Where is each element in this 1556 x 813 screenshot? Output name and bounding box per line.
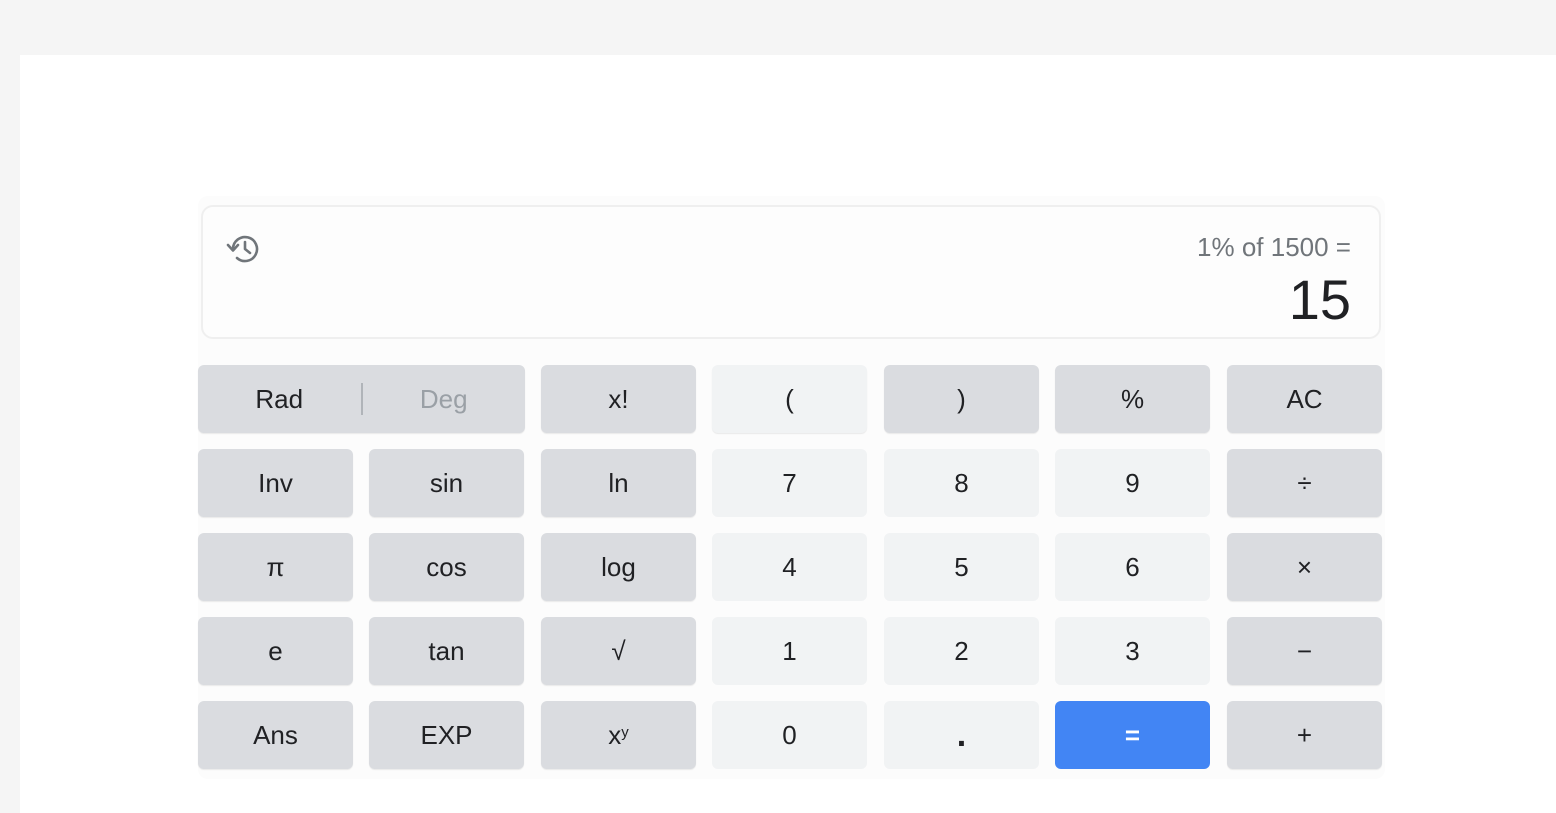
divide-button[interactable]: ÷	[1227, 449, 1382, 517]
digit-3-button[interactable]: 3	[1055, 617, 1210, 685]
multiply-button[interactable]: ×	[1227, 533, 1382, 601]
percent-button[interactable]: %	[1055, 365, 1210, 433]
calculator-display: 1% of 1500 = 15	[201, 205, 1381, 339]
expression-text: 1% of 1500 =	[1197, 232, 1351, 262]
sin-button[interactable]: sin	[369, 449, 524, 517]
digit-6-button[interactable]: 6	[1055, 533, 1210, 601]
rad-deg-toggle[interactable]: Rad Deg	[198, 365, 525, 433]
ln-button[interactable]: ln	[541, 449, 696, 517]
sqrt-button[interactable]: √	[541, 617, 696, 685]
history-icon[interactable]	[225, 229, 265, 269]
digit-1-button[interactable]: 1	[712, 617, 867, 685]
rad-button[interactable]: Rad	[198, 384, 361, 415]
inv-button[interactable]: Inv	[198, 449, 353, 517]
log-button[interactable]: log	[541, 533, 696, 601]
tan-button[interactable]: tan	[369, 617, 524, 685]
calculator: 1% of 1500 = 15 Rad Deg x! ( ) % AC Inv …	[198, 196, 1385, 779]
ans-button[interactable]: Ans	[198, 701, 353, 769]
deg-button[interactable]: Deg	[363, 384, 526, 415]
exp-button[interactable]: EXP	[369, 701, 524, 769]
result-value: 15	[1288, 268, 1351, 331]
cos-button[interactable]: cos	[369, 533, 524, 601]
digit-7-button[interactable]: 7	[712, 449, 867, 517]
power-button[interactable]: xy	[541, 701, 696, 769]
decimal-button[interactable]: .	[884, 701, 1039, 769]
e-button[interactable]: e	[198, 617, 353, 685]
plus-button[interactable]: +	[1227, 701, 1382, 769]
digit-5-button[interactable]: 5	[884, 533, 1039, 601]
all-clear-button[interactable]: AC	[1227, 365, 1382, 433]
digit-2-button[interactable]: 2	[884, 617, 1039, 685]
digit-0-button[interactable]: 0	[712, 701, 867, 769]
pi-button[interactable]: π	[198, 533, 353, 601]
digit-4-button[interactable]: 4	[712, 533, 867, 601]
equals-button[interactable]: =	[1055, 701, 1210, 769]
factorial-button[interactable]: x!	[541, 365, 696, 433]
page-background: 1% of 1500 = 15 Rad Deg x! ( ) % AC Inv …	[20, 55, 1556, 813]
power-exponent-label: y	[621, 723, 629, 741]
minus-button[interactable]: −	[1227, 617, 1382, 685]
digit-8-button[interactable]: 8	[884, 449, 1039, 517]
open-paren-button[interactable]: (	[712, 365, 867, 433]
digit-9-button[interactable]: 9	[1055, 449, 1210, 517]
power-base-label: x	[608, 719, 622, 750]
close-paren-button[interactable]: )	[884, 365, 1039, 433]
